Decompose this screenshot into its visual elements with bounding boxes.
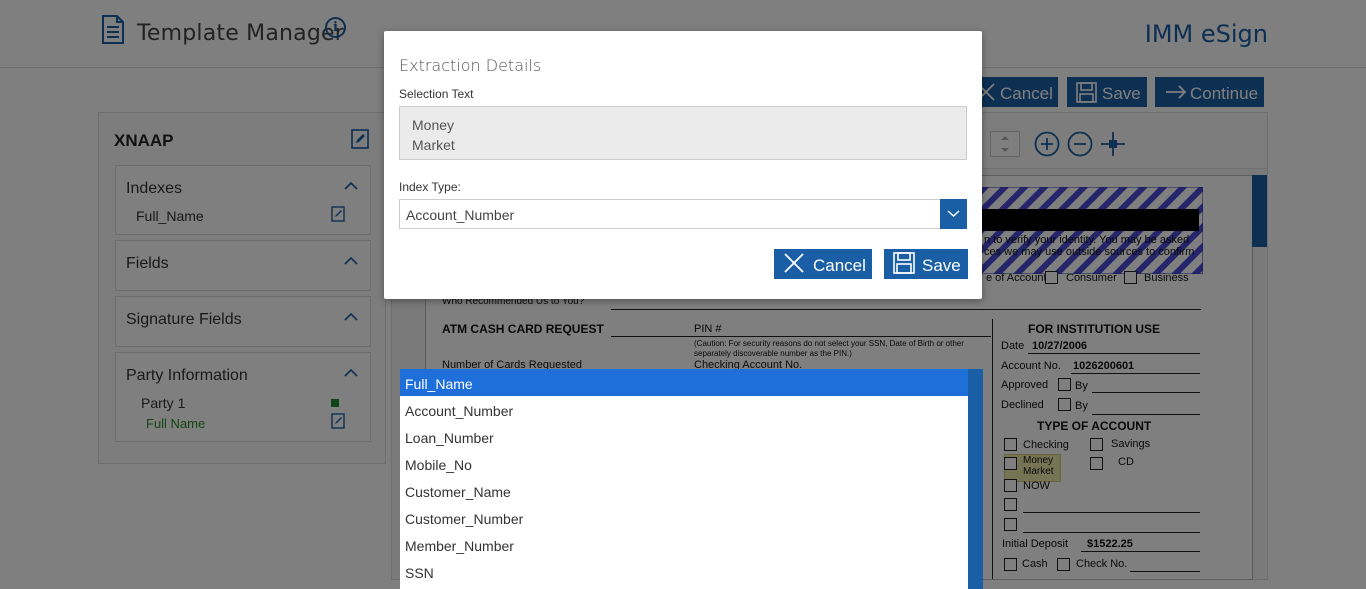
option-ssn[interactable]: SSN	[400, 558, 968, 585]
index-type-select[interactable]: Account_Number	[399, 199, 967, 229]
options-scrollbar[interactable]	[968, 369, 983, 589]
option-mobile-no[interactable]: Mobile_No	[400, 450, 968, 477]
index-type-value: Account_Number	[406, 207, 515, 223]
extraction-details-dialog: Extraction Details Selection Text Money …	[384, 31, 982, 299]
dropdown-toggle-button[interactable]	[940, 199, 967, 229]
dialog-cancel-label: Cancel	[813, 256, 866, 275]
option-customer-name[interactable]: Customer_Name	[400, 477, 968, 504]
close-icon	[784, 253, 804, 273]
option-member-number[interactable]: Member_Number	[400, 531, 968, 558]
dialog-save-button[interactable]: Save	[884, 249, 968, 279]
index-type-options-list: Full_Name Account_Number Loan_Number Mob…	[400, 369, 968, 589]
dialog-title: Extraction Details	[399, 56, 542, 75]
dialog-save-label: Save	[922, 256, 961, 275]
selection-text-line: Market	[412, 137, 455, 153]
option-customer-number[interactable]: Customer_Number	[400, 504, 968, 531]
save-icon	[893, 252, 915, 274]
dialog-cancel-button[interactable]: Cancel	[774, 249, 872, 279]
option-loan-number[interactable]: Loan_Number	[400, 423, 968, 450]
chevron-down-icon	[947, 210, 960, 217]
option-full-name[interactable]: Full_Name	[400, 369, 968, 396]
selection-text-label: Selection Text	[399, 87, 474, 101]
index-type-label: Index Type:	[399, 180, 461, 194]
option-account-number[interactable]: Account_Number	[400, 396, 968, 423]
selection-text-field[interactable]: Money Market	[399, 106, 967, 160]
selection-text-line: Money	[412, 117, 455, 133]
